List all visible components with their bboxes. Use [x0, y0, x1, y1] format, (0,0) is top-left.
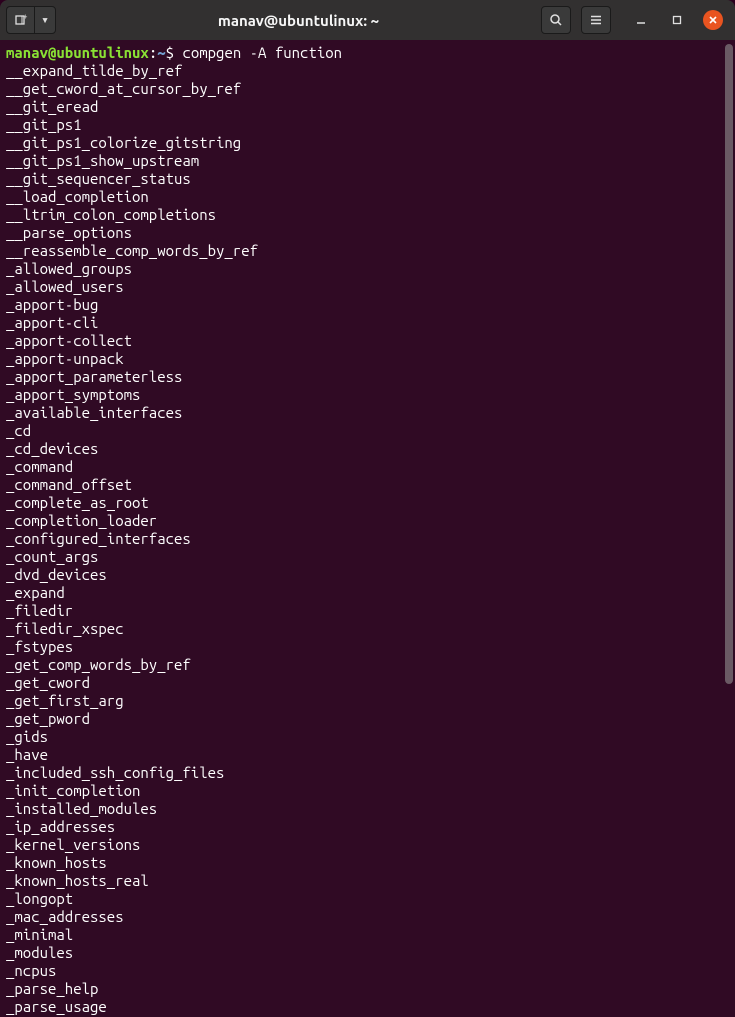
output-line: _expand: [6, 584, 729, 602]
output-line: _completion_loader: [6, 512, 729, 530]
output-line: __load_completion: [6, 188, 729, 206]
svg-text:+: +: [23, 13, 28, 21]
output-line: _longopt: [6, 890, 729, 908]
terminal-body[interactable]: manav@ubuntulinux:~$ compgen -A function…: [0, 40, 735, 1017]
prompt-path: ~: [157, 44, 165, 61]
output-line: __expand_tilde_by_ref: [6, 62, 729, 80]
window-title: manav@ubuntulinux: ~: [56, 12, 541, 29]
prompt-sep: :: [149, 44, 157, 61]
output-line: _minimal: [6, 926, 729, 944]
scrollbar-thumb[interactable]: [725, 44, 733, 684]
output-line: __ltrim_colon_completions: [6, 206, 729, 224]
output-line: __reassemble_comp_words_by_ref: [6, 242, 729, 260]
output-line: _get_pword: [6, 710, 729, 728]
search-icon: [549, 13, 563, 27]
output-line: __git_sequencer_status: [6, 170, 729, 188]
output-line: _apport-collect: [6, 332, 729, 350]
output-line: __git_ps1: [6, 116, 729, 134]
minimize-icon: [635, 14, 647, 26]
prompt-symbol: $: [166, 44, 174, 61]
maximize-button[interactable]: [667, 10, 687, 30]
prompt-command: compgen -A function: [182, 44, 342, 61]
close-icon: [707, 14, 719, 26]
new-tab-button[interactable]: +: [6, 6, 34, 34]
output-line: _cd_devices: [6, 440, 729, 458]
output-line: _allowed_users: [6, 278, 729, 296]
output-line: _have: [6, 746, 729, 764]
output-line: _command: [6, 458, 729, 476]
output-line: _gids: [6, 728, 729, 746]
output-line: _get_comp_words_by_ref: [6, 656, 729, 674]
output-line: _known_hosts: [6, 854, 729, 872]
output-line: __parse_options: [6, 224, 729, 242]
close-button[interactable]: [703, 10, 723, 30]
output-line: _fstypes: [6, 638, 729, 656]
titlebar: + ▾ manav@ubuntulinux: ~: [0, 0, 735, 40]
output-line: _init_completion: [6, 782, 729, 800]
search-button[interactable]: [541, 6, 571, 34]
window-controls: [631, 10, 723, 30]
terminal-output: __expand_tilde_by_ref__get_cword_at_curs…: [6, 62, 729, 1016]
chevron-down-icon: ▾: [41, 13, 49, 28]
tab-dropdown-button[interactable]: ▾: [34, 6, 56, 34]
output-line: _kernel_versions: [6, 836, 729, 854]
output-line: _apport_symptoms: [6, 386, 729, 404]
output-line: __get_cword_at_cursor_by_ref: [6, 80, 729, 98]
output-line: _ncpus: [6, 962, 729, 980]
output-line: _apport-cli: [6, 314, 729, 332]
minimize-button[interactable]: [631, 10, 651, 30]
output-line: _ip_addresses: [6, 818, 729, 836]
prompt-userhost: manav@ubuntulinux: [6, 44, 149, 61]
output-line: _apport-bug: [6, 296, 729, 314]
output-line: _filedir: [6, 602, 729, 620]
output-line: _complete_as_root: [6, 494, 729, 512]
output-line: _available_interfaces: [6, 404, 729, 422]
output-line: _allowed_groups: [6, 260, 729, 278]
menu-button[interactable]: [581, 6, 611, 34]
output-line: _cd: [6, 422, 729, 440]
output-line: _configured_interfaces: [6, 530, 729, 548]
output-line: __git_eread: [6, 98, 729, 116]
output-line: _known_hosts_real: [6, 872, 729, 890]
output-line: _get_cword: [6, 674, 729, 692]
titlebar-right-controls: [541, 6, 729, 34]
output-line: _count_args: [6, 548, 729, 566]
new-tab-icon: +: [14, 13, 28, 27]
output-line: _parse_help: [6, 980, 729, 998]
output-line: _dvd_devices: [6, 566, 729, 584]
output-line: _filedir_xspec: [6, 620, 729, 638]
output-line: _installed_modules: [6, 800, 729, 818]
output-line: _parse_usage: [6, 998, 729, 1016]
output-line: _apport_parameterless: [6, 368, 729, 386]
output-line: _get_first_arg: [6, 692, 729, 710]
output-line: __git_ps1_colorize_gitstring: [6, 134, 729, 152]
titlebar-left-controls: + ▾: [6, 6, 56, 34]
output-line: _included_ssh_config_files: [6, 764, 729, 782]
output-line: __git_ps1_show_upstream: [6, 152, 729, 170]
maximize-icon: [671, 14, 683, 26]
prompt-line: manav@ubuntulinux:~$ compgen -A function: [6, 44, 729, 62]
output-line: _modules: [6, 944, 729, 962]
output-line: _command_offset: [6, 476, 729, 494]
output-line: _apport-unpack: [6, 350, 729, 368]
output-line: _mac_addresses: [6, 908, 729, 926]
hamburger-icon: [589, 13, 603, 27]
